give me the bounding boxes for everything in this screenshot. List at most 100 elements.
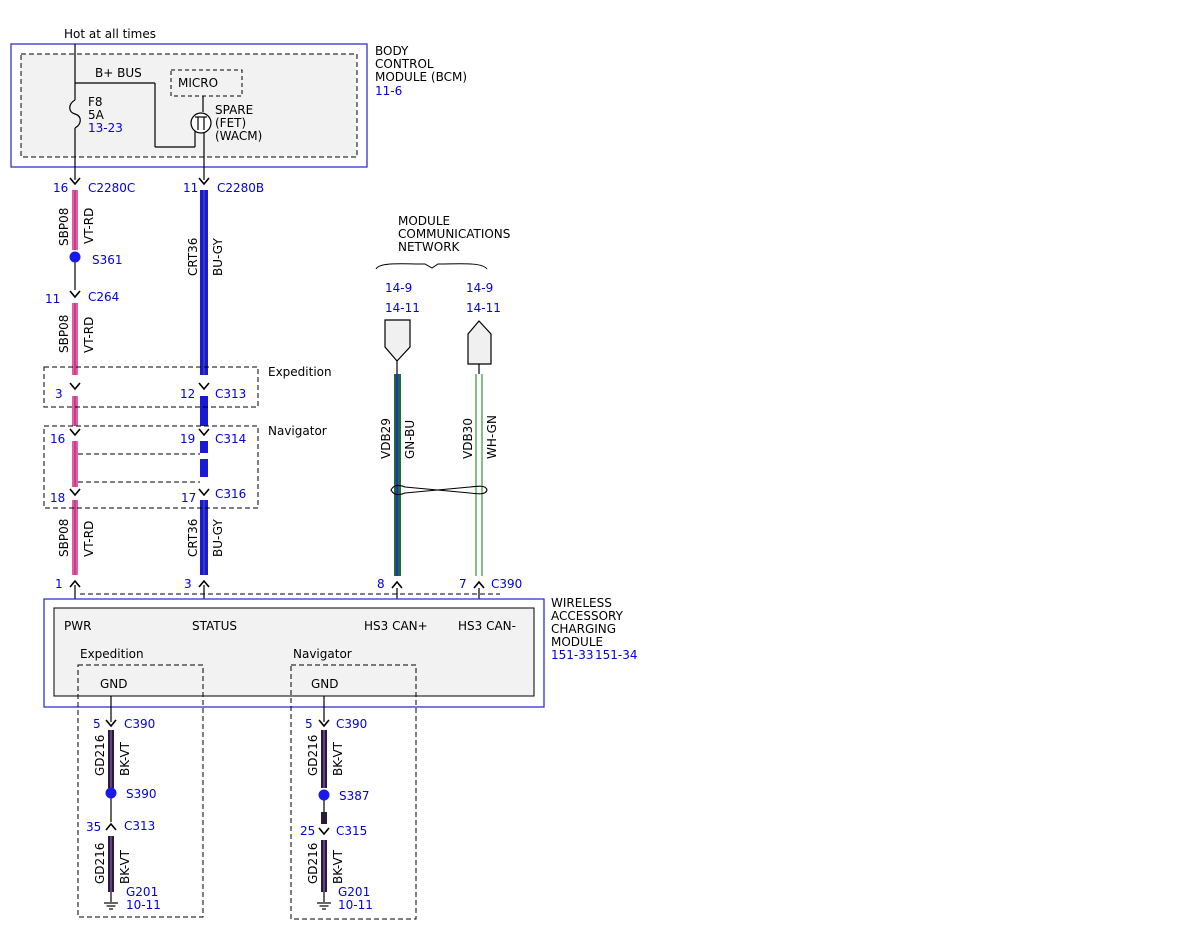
bcm-ref: 11-6 — [375, 84, 402, 98]
status-color-2: BU-GY — [211, 519, 225, 557]
can-lo-circuit: VDB30 — [461, 418, 475, 459]
wacm-pin-can-hi: HS3 CAN+ — [364, 619, 428, 633]
network-label: MODULE COMMUNICATIONS NETWORK — [375, 214, 510, 270]
fet-line-2: (FET) — [215, 116, 246, 130]
ground-navigator-icon — [317, 902, 331, 910]
pin-status-c313-chevron — [198, 382, 210, 390]
pin-status-c314-chevron — [198, 428, 210, 436]
wacm-name-1: WIRELESS — [551, 596, 612, 610]
ground-navigator-color-1: BK-VT — [331, 741, 345, 776]
svg-text:NETWORK: NETWORK — [398, 240, 461, 254]
status-circuit-1: CRT36 — [186, 238, 200, 276]
splice-s387-label: S387 — [339, 789, 370, 803]
wacm-ref-1: 151-33 — [551, 648, 594, 662]
splice-s387-dot — [318, 789, 330, 801]
conn-c2280c: C2280C — [88, 181, 135, 195]
wacm-name-3: CHARGING — [551, 622, 616, 636]
fuse-rating: 5A — [88, 108, 105, 122]
ground-expedition-circuit-2: GD216 — [93, 843, 107, 884]
can-lo-ref-top: 14-9 — [466, 281, 493, 295]
ground-navigator-circuit-2: GD216 — [306, 843, 320, 884]
ground-navigator-c390-pin: 5 — [305, 717, 313, 731]
ground-expedition-gnd: GND — [100, 677, 128, 691]
pin-pwr-c316-chevron — [69, 488, 81, 496]
pwr-module-pin: 1 — [55, 577, 63, 591]
ground-expedition-c313: C313 — [124, 819, 155, 833]
wire-can-lo — [475, 364, 483, 610]
twisted-pair-icon — [390, 484, 488, 496]
splice-s361-dot — [69, 251, 81, 263]
ground-navigator-c390: C390 — [336, 717, 367, 731]
status-bcm-pin: 11 — [183, 181, 198, 195]
ground-navigator-g201: G201 — [338, 885, 370, 899]
fuse-name: F8 — [88, 95, 103, 109]
can-hi-ref-bottom: 14-11 — [385, 301, 420, 315]
can-hi-pin: 8 — [377, 577, 385, 591]
pwr-c316-pin: 18 — [50, 491, 65, 505]
ground-expedition-label: Expedition — [80, 647, 144, 661]
can-lo-pin: 7 — [459, 577, 467, 591]
conn-c314: C314 — [215, 432, 246, 446]
wacm-ref-2: 151-34 — [595, 648, 638, 662]
ground-expedition-color-1: BK-VT — [118, 741, 132, 776]
pwr-color-2: VT-RD — [82, 317, 96, 353]
ground-navigator-c315-pin: 25 — [300, 824, 315, 838]
ground-navigator-circuit-1: GD216 — [306, 735, 320, 776]
wacm-pin-can-lo: HS3 CAN- — [458, 619, 516, 633]
conn-c2280b: C2280B — [217, 181, 264, 195]
fuse-ref: 13-23 — [88, 121, 123, 135]
pwr-circuit-2: SBP08 — [57, 315, 71, 353]
micro-label: MICRO — [178, 76, 218, 90]
pin-can-lo-chevron — [473, 580, 485, 589]
status-c313-pin: 12 — [180, 387, 195, 401]
ground-expedition-c390-pin: 5 — [93, 717, 101, 731]
pin-ground-navigator-c315-chevron — [318, 827, 330, 835]
ground-navigator-ref: 10-11 — [338, 898, 373, 912]
ground-navigator-c315: C315 — [336, 824, 367, 838]
bcm-module: Hot at all times BODY CONTROL MODULE (BC… — [10, 27, 467, 180]
ground-navigator-label: Navigator — [293, 647, 352, 661]
ground-expedition-icon — [104, 902, 118, 910]
can-hi-color: GN-BU — [403, 420, 417, 459]
ground-expedition-g201: G201 — [126, 885, 158, 899]
status-color-1: BU-GY — [211, 238, 225, 276]
pwr-color-1: VT-RD — [82, 208, 96, 244]
ground-expedition-c313-pin: 35 — [86, 820, 101, 834]
pwr-bcm-pin: 16 — [53, 181, 68, 195]
pwr-c313-pin: 3 — [55, 387, 63, 401]
navigator-label-top: Navigator — [268, 424, 327, 438]
pwr-color-3: VT-RD — [82, 521, 96, 557]
svg-text:MODULE: MODULE — [398, 214, 450, 228]
can-lo-color: WH-GN — [485, 415, 499, 459]
pwr-c264-pin: 11 — [45, 292, 60, 306]
can-hi-arrow-icon — [384, 319, 411, 362]
fet-line-3: (WACM) — [215, 129, 262, 143]
conn-c264: C264 — [88, 290, 119, 304]
pwr-c314-pin: 16 — [50, 432, 65, 446]
expedition-label-top: Expedition — [268, 365, 332, 379]
splice-s390-dot — [105, 787, 117, 799]
wacm-pin-status: STATUS — [192, 619, 237, 633]
can-hi-ref-top: 14-9 — [385, 281, 412, 295]
fet-line-1: SPARE — [215, 103, 253, 117]
fet-icon — [190, 112, 212, 134]
bus-label: B+ BUS — [95, 66, 142, 80]
conn-c313-status: C313 — [215, 387, 246, 401]
bcm-name-1: BODY — [375, 44, 409, 58]
bcm-name-2: CONTROL — [375, 57, 434, 71]
ground-expedition-circuit-1: GD216 — [93, 735, 107, 776]
can-hi-circuit: VDB29 — [379, 418, 393, 459]
ground-expedition-ref: 10-11 — [126, 898, 161, 912]
svg-text:COMMUNICATIONS: COMMUNICATIONS — [398, 227, 510, 241]
splice-s390-label: S390 — [126, 787, 157, 801]
ground-expedition-c390: C390 — [124, 717, 155, 731]
ground-navigator-gnd: GND — [311, 677, 339, 691]
pin-pwr-c264-chevron — [69, 290, 81, 298]
status-circuit-2: CRT36 — [186, 519, 200, 557]
pin-status-c316-chevron — [198, 488, 210, 496]
status-module-pin: 3 — [184, 577, 192, 591]
wiring-diagram: Hot at all times BODY CONTROL MODULE (BC… — [10, 27, 638, 920]
status-c314-pin: 19 — [180, 432, 195, 446]
wacm-pin-pwr: PWR — [64, 619, 91, 633]
pin-ground-expedition-c313-chevron — [105, 822, 117, 831]
